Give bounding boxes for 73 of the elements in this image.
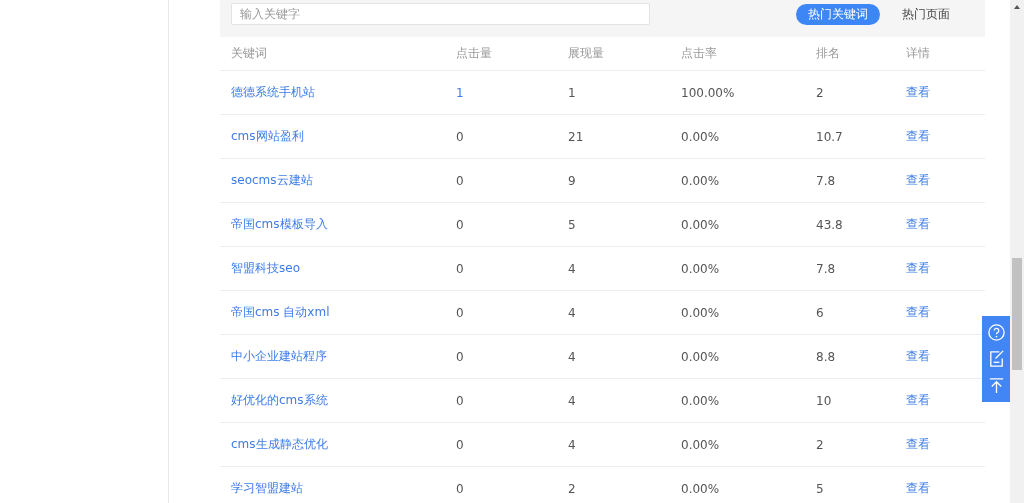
- table-cell: 0.00%: [681, 261, 720, 276]
- scrollbar-thumb[interactable]: [1012, 258, 1022, 370]
- view-link[interactable]: 查看: [906, 261, 930, 275]
- table-cell: 0: [456, 349, 464, 364]
- table-cell: 0.00%: [681, 305, 720, 320]
- keyword-link[interactable]: 好优化的cms系统: [231, 393, 328, 407]
- table-cell: 6: [816, 305, 824, 320]
- keyword-link[interactable]: seocms云建站: [231, 173, 313, 187]
- table-cell: 1: [568, 85, 576, 100]
- keyword-link[interactable]: 德德系统手机站: [231, 85, 315, 99]
- table-cell: 21: [568, 129, 584, 144]
- view-link[interactable]: 查看: [906, 129, 930, 143]
- table-cell: 0.00%: [681, 349, 720, 364]
- keyword-link[interactable]: 帝国cms模板导入: [231, 217, 328, 231]
- view-link[interactable]: 查看: [906, 305, 930, 319]
- table-cell: 0.00%: [681, 129, 720, 144]
- table-cell: 4: [568, 305, 576, 320]
- table-cell: 0: [456, 481, 464, 496]
- keyword-link[interactable]: 帝国cms 自动xml: [231, 305, 330, 319]
- table-cell: 10: [816, 393, 832, 408]
- view-link[interactable]: 查看: [906, 85, 930, 99]
- table-cell: 9: [568, 173, 576, 188]
- keyword-link[interactable]: 智盟科技seo: [231, 261, 300, 275]
- keyword-link[interactable]: 中小企业建站程序: [231, 349, 327, 363]
- table-cell: 0: [456, 393, 464, 408]
- help-icon[interactable]: [986, 322, 1006, 342]
- table-cell: 8.8: [816, 349, 836, 364]
- table-cell: 0.00%: [681, 173, 720, 188]
- view-link[interactable]: 查看: [906, 437, 930, 451]
- table-cell: 10.7: [816, 129, 843, 144]
- table-cell: 4: [568, 349, 576, 364]
- table-cell: 5: [816, 481, 824, 496]
- table-cell: 0.00%: [681, 393, 720, 408]
- keyword-link[interactable]: 学习智盟建站: [231, 481, 303, 495]
- column-header: 点击量: [456, 45, 493, 62]
- table-cell: 4: [568, 393, 576, 408]
- table-cell: 0: [456, 261, 464, 276]
- column-header: 点击率: [681, 45, 718, 62]
- view-link[interactable]: 查看: [906, 393, 930, 407]
- table-cell: 4: [568, 261, 576, 276]
- table-cell: 0: [456, 217, 464, 232]
- table-cell: 0: [456, 305, 464, 320]
- table-cell: 0: [456, 437, 464, 452]
- view-link[interactable]: 查看: [906, 481, 930, 495]
- view-link[interactable]: 查看: [906, 217, 930, 231]
- view-link[interactable]: 查看: [906, 173, 930, 187]
- table-cell: 2: [816, 437, 824, 452]
- table-cell: 0.00%: [681, 481, 720, 496]
- table-cell: 7.8: [816, 261, 836, 276]
- table-cell: 0.00%: [681, 217, 720, 232]
- table-cell: 0.00%: [681, 437, 720, 452]
- table-cell: 0: [456, 173, 464, 188]
- table-cell: 4: [568, 437, 576, 452]
- clicks-link[interactable]: 1: [456, 85, 464, 100]
- column-header: 排名: [816, 45, 841, 62]
- column-header: 关键词: [231, 45, 268, 62]
- tab[interactable]: 热门页面: [890, 3, 962, 25]
- table-cell: 2: [816, 85, 824, 100]
- search-field[interactable]: 输入关键字: [231, 3, 650, 25]
- scroll-up-icon[interactable]: [1014, 5, 1020, 9]
- table-cell: 0: [456, 129, 464, 144]
- tab[interactable]: 热门关键词: [796, 3, 880, 25]
- table-cell: 2: [568, 481, 576, 496]
- keyword-link[interactable]: cms网站盈利: [231, 129, 304, 143]
- column-header: 详情: [906, 45, 931, 62]
- table-cell: 100.00%: [681, 85, 735, 100]
- keyword-link[interactable]: cms生成静态优化: [231, 437, 328, 451]
- scrollbar[interactable]: [1010, 0, 1024, 503]
- table-cell: 7.8: [816, 173, 836, 188]
- table-cell: 5: [568, 217, 576, 232]
- view-link[interactable]: 查看: [906, 349, 930, 363]
- column-header: 展现量: [568, 45, 605, 62]
- table-cell: 43.8: [816, 217, 843, 232]
